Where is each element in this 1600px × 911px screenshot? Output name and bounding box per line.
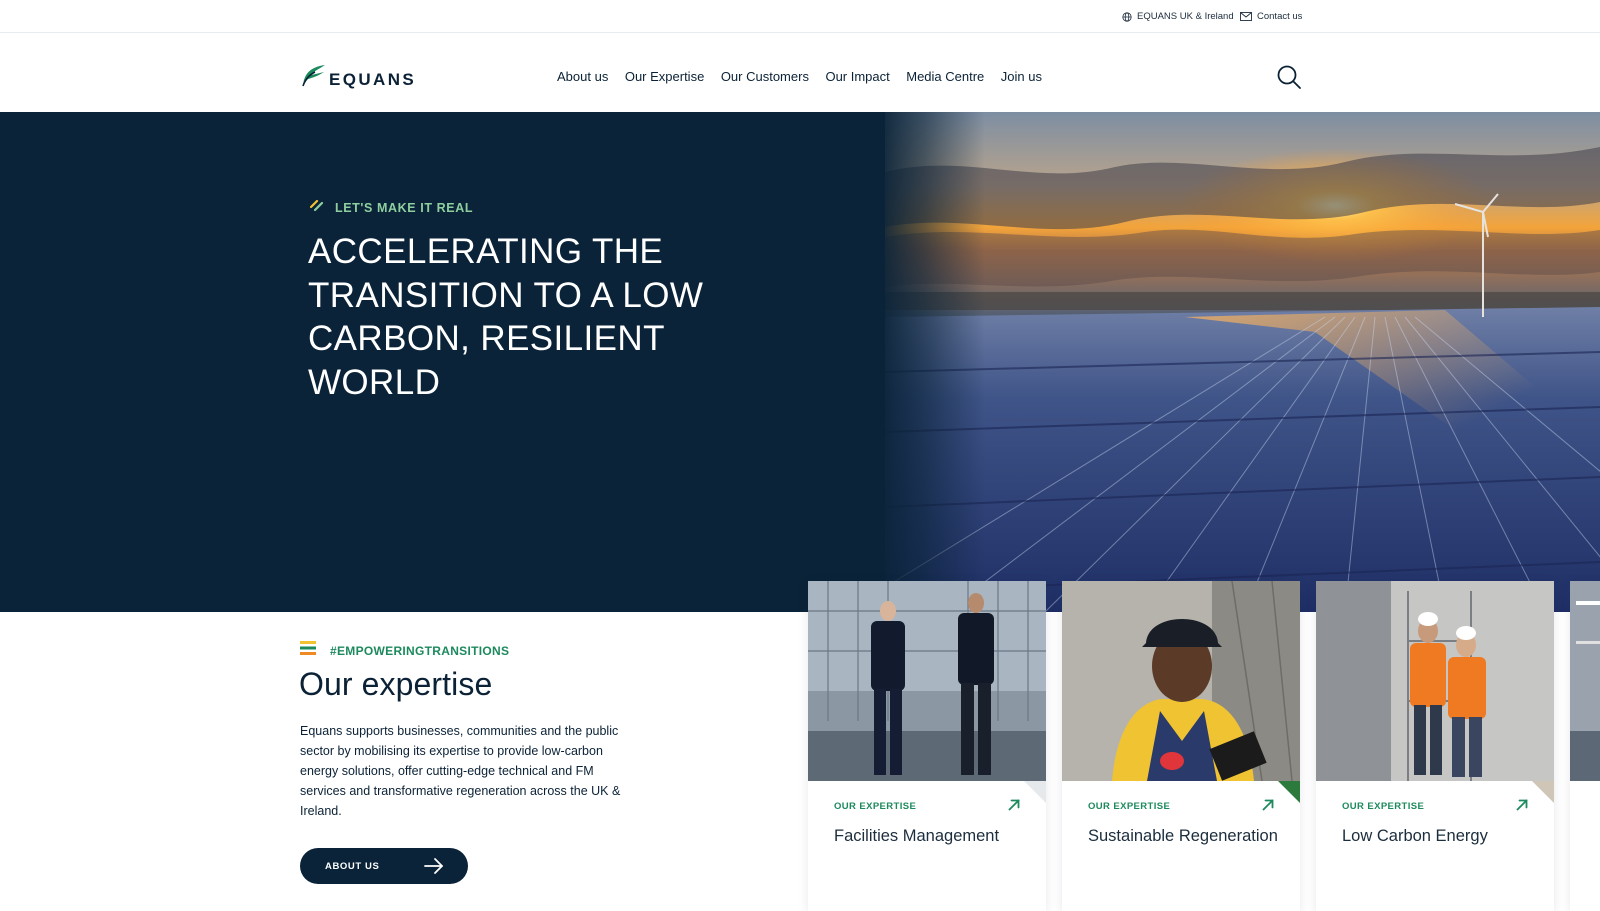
card-corner (1278, 781, 1300, 803)
card-title: Low Carbon Energy (1342, 827, 1488, 845)
nav-about-us[interactable]: About us (557, 69, 608, 84)
region-selector[interactable]: EQUANS UK & Ireland (1122, 11, 1234, 22)
contact-label: Contact us (1257, 11, 1303, 22)
card-corner (1024, 781, 1046, 803)
card-kicker: OUR EXPERTISE (1342, 801, 1425, 812)
utility-bar: EQUANS UK & Ireland Contact us (0, 0, 1600, 33)
search-icon[interactable] (1276, 64, 1302, 90)
nav-media-centre[interactable]: Media Centre (906, 69, 984, 84)
card-low-carbon-energy[interactable]: OUR EXPERTISE Low Carbon Energy (1316, 581, 1554, 911)
stripes-accent-icon (300, 640, 316, 661)
about-us-button[interactable]: ABOUT US (300, 848, 468, 884)
equans-logo[interactable]: EQUANS (300, 62, 416, 93)
hero-title: ACCELERATING THE TRANSITION TO A LOW CAR… (308, 232, 704, 402)
card-image-workers-walking (808, 581, 1046, 781)
logo-wordmark: EQUANS (329, 70, 417, 89)
globe-icon (1122, 11, 1132, 22)
card-image-engineer-helmet (1062, 581, 1300, 781)
card-kicker: OUR EXPERTISE (834, 801, 917, 812)
leaf-logo-icon (300, 62, 326, 93)
card-corner (1532, 781, 1554, 803)
region-label: EQUANS UK & Ireland (1137, 11, 1234, 22)
main-header: EQUANS About us Our Expertise Our Custom… (0, 33, 1600, 112)
arrow-up-right-icon (1262, 798, 1274, 816)
arrow-up-right-icon (1516, 798, 1528, 816)
main-nav: About us Our Expertise Our Customers Our… (557, 69, 1042, 84)
card-title: Facilities Management (834, 827, 1000, 845)
nav-our-expertise[interactable]: Our Expertise (625, 69, 704, 84)
expertise-body: Equans supports businesses, communities … (300, 724, 621, 818)
nav-our-customers[interactable]: Our Customers (721, 69, 809, 84)
hero-banner: LET'S MAKE IT REAL ACCELERATING THE TRAN… (0, 112, 1600, 612)
arrow-up-right-icon (1008, 798, 1020, 816)
hero-image-fade (875, 112, 985, 612)
contact-link[interactable]: Contact us (1240, 11, 1302, 22)
hashtag-text: #EMPOWERINGTRANSITIONS (330, 643, 510, 658)
hero-eyebrow-text: LET'S MAKE IT REAL (335, 200, 474, 215)
about-us-button-label: ABOUT US (325, 861, 380, 872)
expertise-title: Our expertise (299, 666, 493, 702)
nav-our-impact[interactable]: Our Impact (825, 69, 889, 84)
card-image-workers-hivis (1316, 581, 1554, 781)
card-sustainable-regeneration[interactable]: OUR EXPERTISE Sustainable Regeneration (1062, 581, 1300, 911)
hero-solar-image (885, 112, 1600, 612)
slash-accent-icon (309, 198, 324, 217)
card-title: Sustainable Regeneration (1088, 827, 1278, 845)
nav-join-us[interactable]: Join us (1001, 69, 1042, 84)
card-facilities-management[interactable]: OUR EXPERTISE Facilities Management (808, 581, 1046, 911)
card-kicker: OUR EXPERTISE (1088, 801, 1171, 812)
mail-icon (1240, 12, 1252, 21)
card-image-partial (1570, 581, 1600, 781)
card-partial-next[interactable] (1570, 581, 1600, 911)
expertise-hashtag: #EMPOWERINGTRANSITIONS (300, 640, 509, 661)
hero-eyebrow: LET'S MAKE IT REAL (309, 198, 474, 217)
